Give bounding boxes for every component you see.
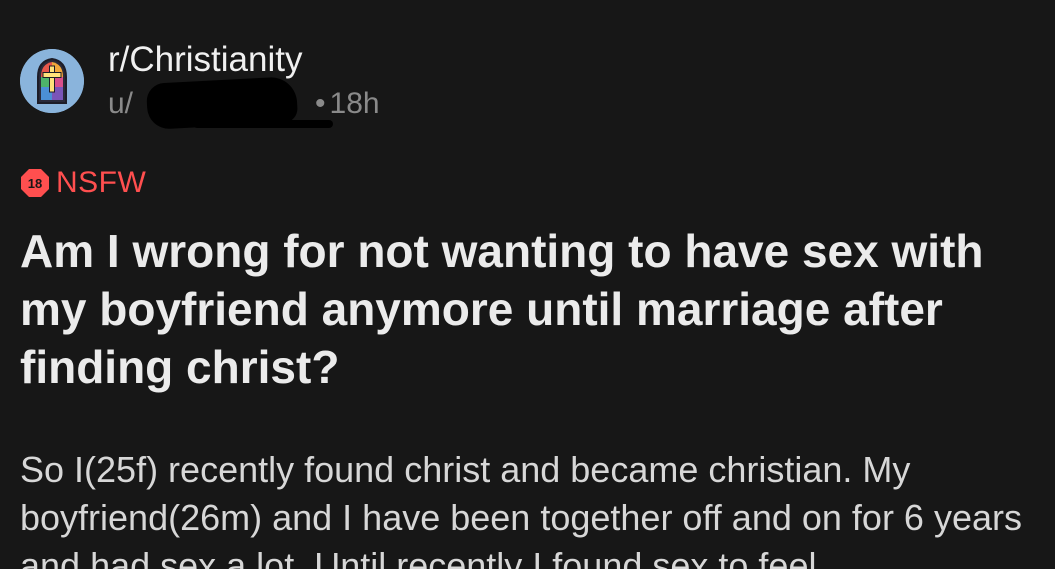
meta-separator: • <box>315 87 326 120</box>
author-prefix: u/ <box>108 87 134 120</box>
nsfw-18-icon: 18 <box>21 169 49 197</box>
post-age: 18h <box>329 87 380 120</box>
post-view: r/Christianity u/ • 18h 18 NSFW Am I wrong… <box>0 0 1055 569</box>
post-body: So I(25f) recently found christ and beca… <box>20 449 1022 569</box>
nsfw-label: NSFW <box>56 166 147 199</box>
post-meta: u/ • 18h <box>108 76 380 130</box>
nsfw-badge-number: 18 <box>28 176 42 191</box>
redaction-scribble-tail <box>193 120 334 129</box>
subreddit-name[interactable]: r/Christianity <box>108 40 302 80</box>
post-header: r/Christianity u/ • 18h <box>20 40 720 130</box>
post-title[interactable]: Am I wrong for not wanting to have sex w… <box>20 222 1030 396</box>
nsfw-tag: 18 NSFW <box>20 166 146 200</box>
subreddit-avatar[interactable] <box>20 49 84 113</box>
author-username-redacted[interactable] <box>133 76 334 130</box>
stained-glass-cross-icon <box>20 49 84 113</box>
